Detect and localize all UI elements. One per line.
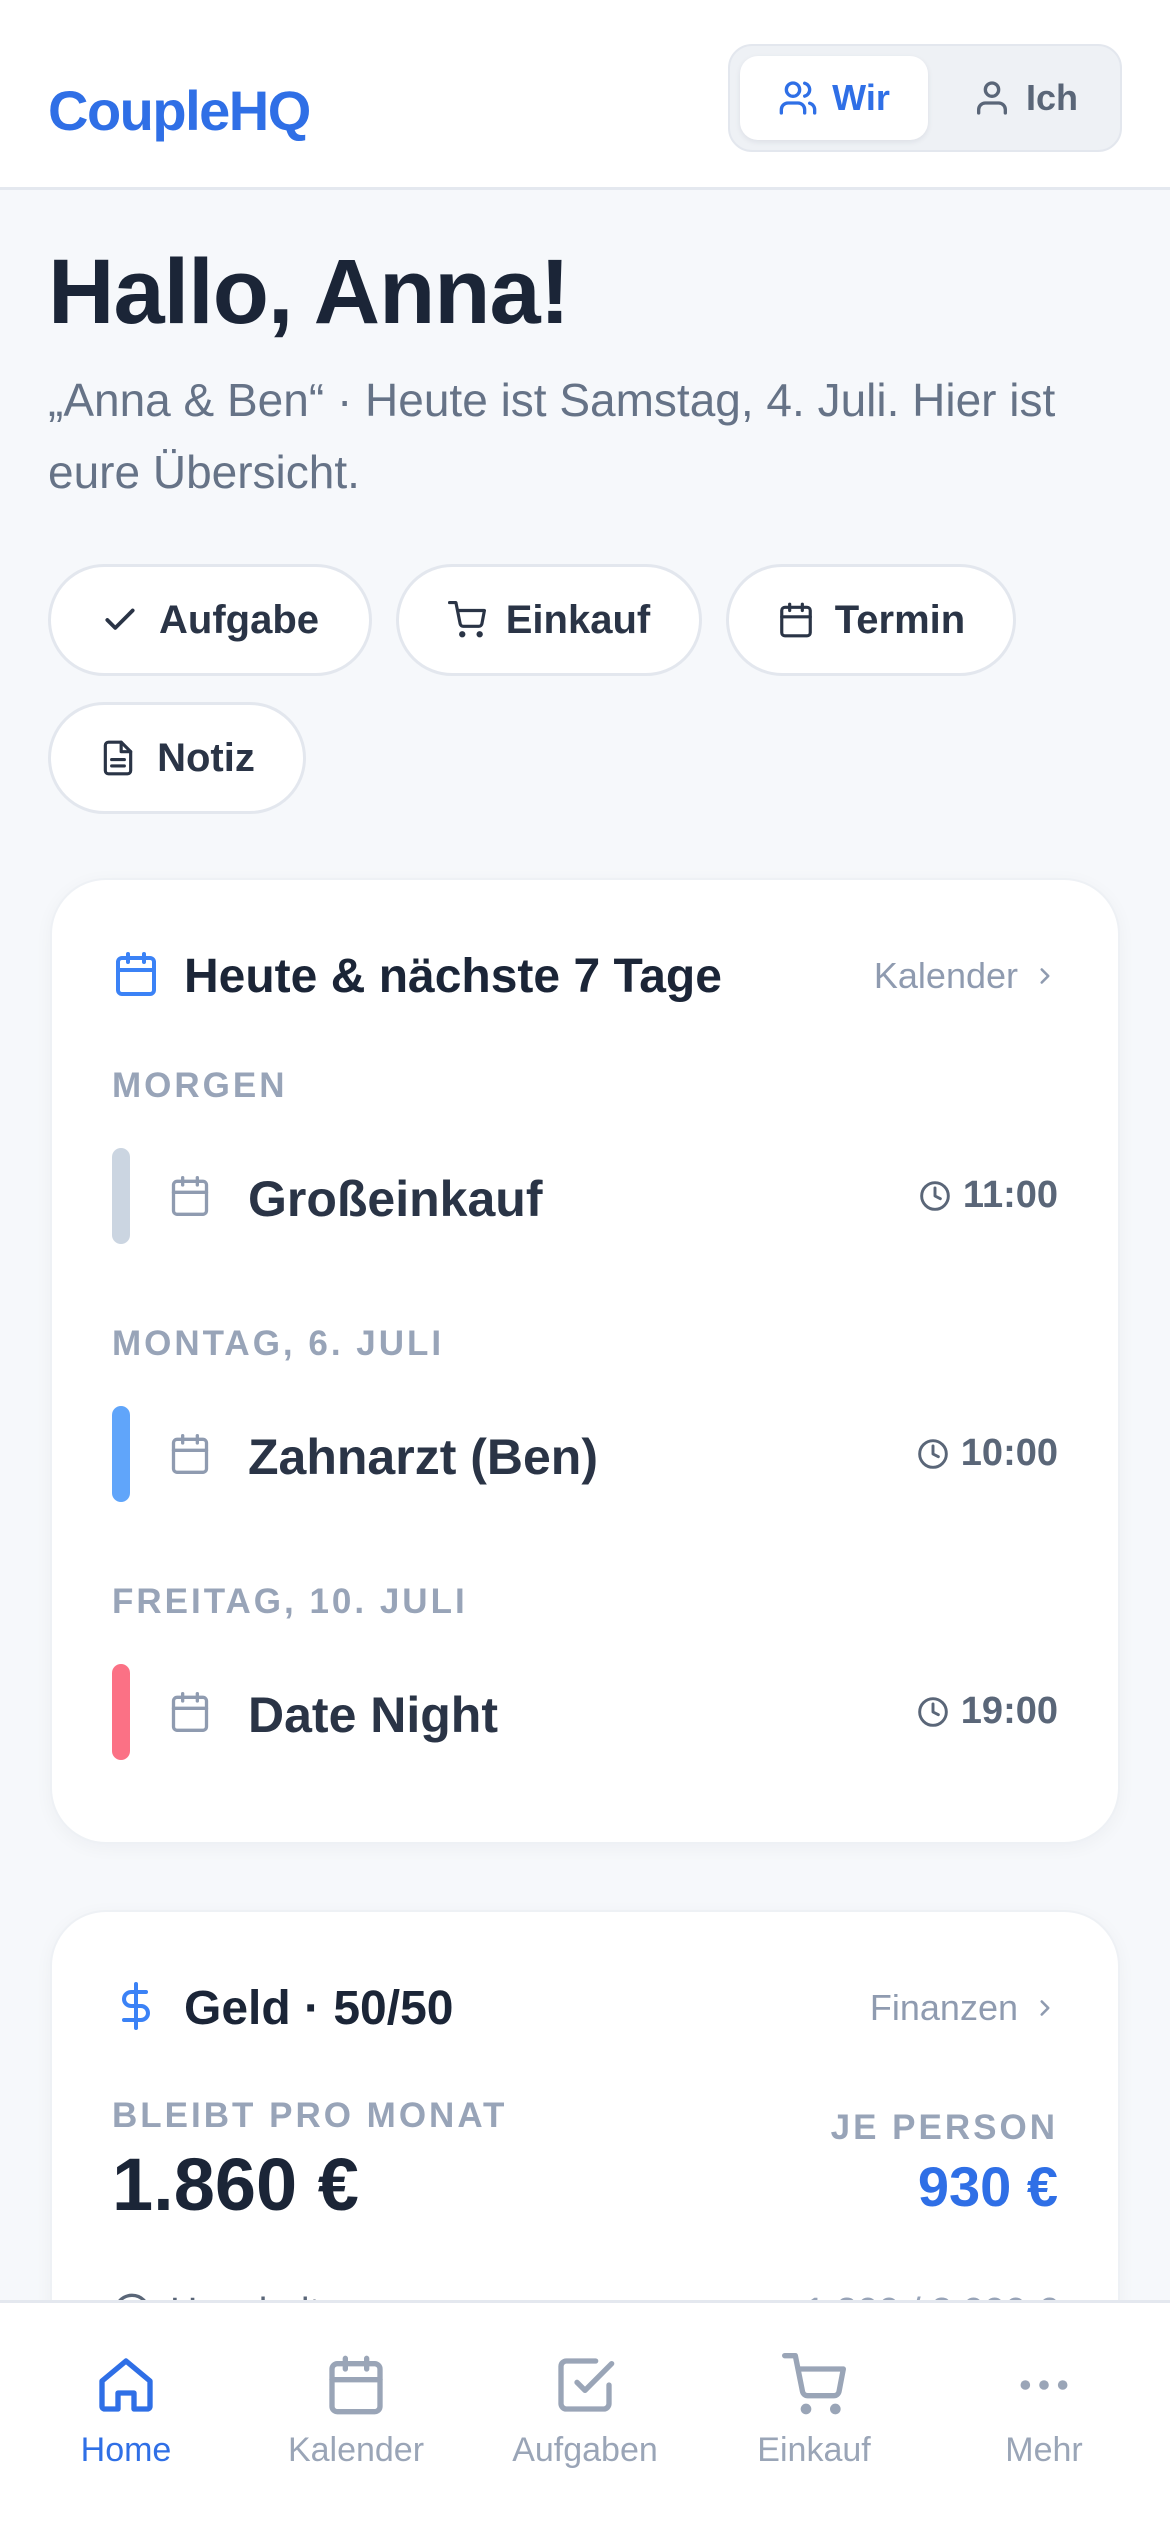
- clock-icon: [917, 1438, 948, 1469]
- event-time-label: 11:00: [962, 1174, 1058, 1216]
- event-title: Date Night: [248, 1687, 498, 1743]
- quick-add-task-label: Aufgabe: [159, 597, 319, 642]
- quick-add-task-button[interactable]: Aufgabe: [48, 564, 372, 676]
- home-icon: [99, 2358, 153, 2412]
- finance-link-label: Finanzen: [869, 1987, 1018, 2028]
- tab-home[interactable]: Home: [9, 2353, 243, 2493]
- upcoming-events-card: Heute & nächste 7 Tage Kalender MORGEN G…: [50, 878, 1120, 1844]
- day-label: FREITAG, 10. JULI: [112, 1582, 468, 1621]
- event-title: Großeinkauf: [248, 1171, 543, 1227]
- calendar-icon: [171, 1692, 209, 1732]
- quick-add-note-button[interactable]: Notiz: [48, 702, 306, 814]
- tab-calendar-label: Kalender: [287, 2431, 425, 2469]
- calendar-icon: [329, 2355, 383, 2415]
- mode-me-button[interactable]: Ich: [940, 56, 1110, 140]
- chevron-right-icon: [1040, 2000, 1050, 2016]
- finance-link[interactable]: Finanzen: [870, 1987, 1058, 2029]
- bottom-tab-bar: Home Kalender Aufgaben Einkauf Mehr: [0, 2300, 1170, 2532]
- remaining-label: BLEIBT PRO MONAT: [112, 2096, 508, 2135]
- note-icon: [103, 740, 133, 776]
- remaining-value: 1.860 €: [112, 2143, 359, 2226]
- app-header: CoupleHQ Wir Ich: [0, 0, 1170, 190]
- event-time: 11:00: [919, 1174, 1058, 1217]
- event-time: 19:00: [917, 1690, 1058, 1733]
- dollar-icon: [112, 1981, 160, 2035]
- tab-home-label: Home: [80, 2431, 172, 2469]
- more-icon: [1020, 2380, 1068, 2390]
- event-time-label: 19:00: [960, 1690, 1058, 1732]
- tab-calendar[interactable]: Kalender: [239, 2353, 473, 2493]
- event-color-bar: [112, 1148, 130, 1244]
- event-color-bar: [112, 1664, 130, 1760]
- tab-more[interactable]: Mehr: [927, 2353, 1161, 2493]
- tab-tasks-label: Aufgaben: [512, 2431, 658, 2469]
- check-icon: [105, 608, 135, 630]
- event-row[interactable]: Großeinkauf 11:00: [112, 1148, 1058, 1244]
- checkbox-icon: [558, 2358, 615, 2412]
- chevron-right-icon: [1040, 968, 1050, 984]
- tab-tasks[interactable]: Aufgaben: [468, 2353, 702, 2493]
- app-logo[interactable]: CoupleHQ: [48, 78, 311, 143]
- upcoming-events-header: Heute & nächste 7 Tage Kalender: [112, 940, 1058, 1012]
- greeting-subtitle: „Anna & Ben“ · Heute ist Samstag, 4. Jul…: [48, 374, 1056, 498]
- cart-icon: [782, 2353, 846, 2415]
- event-time: 10:00: [917, 1432, 1058, 1475]
- calendar-icon: [779, 602, 812, 638]
- mode-we-button[interactable]: Wir: [740, 56, 928, 140]
- mode-we-label: Wir: [832, 77, 890, 118]
- cart-icon: [447, 601, 486, 638]
- per-person-label: JE PERSON: [830, 2108, 1058, 2147]
- per-person-value: 930 €: [917, 2155, 1058, 2218]
- event-color-bar: [112, 1406, 130, 1502]
- event-row[interactable]: Date Night 19:00: [112, 1664, 1058, 1760]
- clock-icon: [920, 1180, 950, 1211]
- quick-add-shopping-label: Einkauf: [505, 597, 651, 642]
- quick-add-appointment-button[interactable]: Termin: [726, 564, 1016, 676]
- upcoming-events-title: Heute & nächste 7 Tage: [184, 949, 722, 1003]
- event-row[interactable]: Zahnarzt (Ben) 10:00: [112, 1406, 1058, 1502]
- clock-icon: [917, 1696, 948, 1727]
- calendar-link-label: Kalender: [873, 955, 1018, 996]
- user-icon: [976, 81, 1007, 115]
- calendar-icon: [112, 950, 160, 1003]
- users-icon: [779, 81, 817, 115]
- mode-switch: Wir Ich: [728, 44, 1122, 152]
- event-time-label: 10:00: [960, 1432, 1058, 1474]
- tab-shopping-label: Einkauf: [757, 2431, 871, 2469]
- quick-add-note-label: Notiz: [157, 735, 255, 780]
- tab-more-label: Mehr: [1005, 2431, 1083, 2469]
- calendar-icon: [171, 1176, 209, 1216]
- quick-add-appointment-label: Termin: [834, 597, 966, 642]
- calendar-link[interactable]: Kalender: [874, 955, 1058, 997]
- day-label: MORGEN: [112, 1066, 288, 1105]
- day-label: MONTAG, 6. JULI: [112, 1324, 445, 1363]
- event-title: Zahnarzt (Ben): [248, 1429, 598, 1485]
- quick-add-shopping-button[interactable]: Einkauf: [396, 564, 702, 676]
- tab-shopping[interactable]: Einkauf: [697, 2353, 931, 2493]
- greeting-title: Hallo, Anna!: [48, 241, 570, 343]
- money-header: Geld · 50/50 Finanzen: [112, 1972, 1058, 2044]
- money-title: Geld · 50/50: [184, 1981, 454, 2035]
- calendar-icon: [171, 1434, 209, 1474]
- mode-me-label: Ich: [1025, 77, 1078, 118]
